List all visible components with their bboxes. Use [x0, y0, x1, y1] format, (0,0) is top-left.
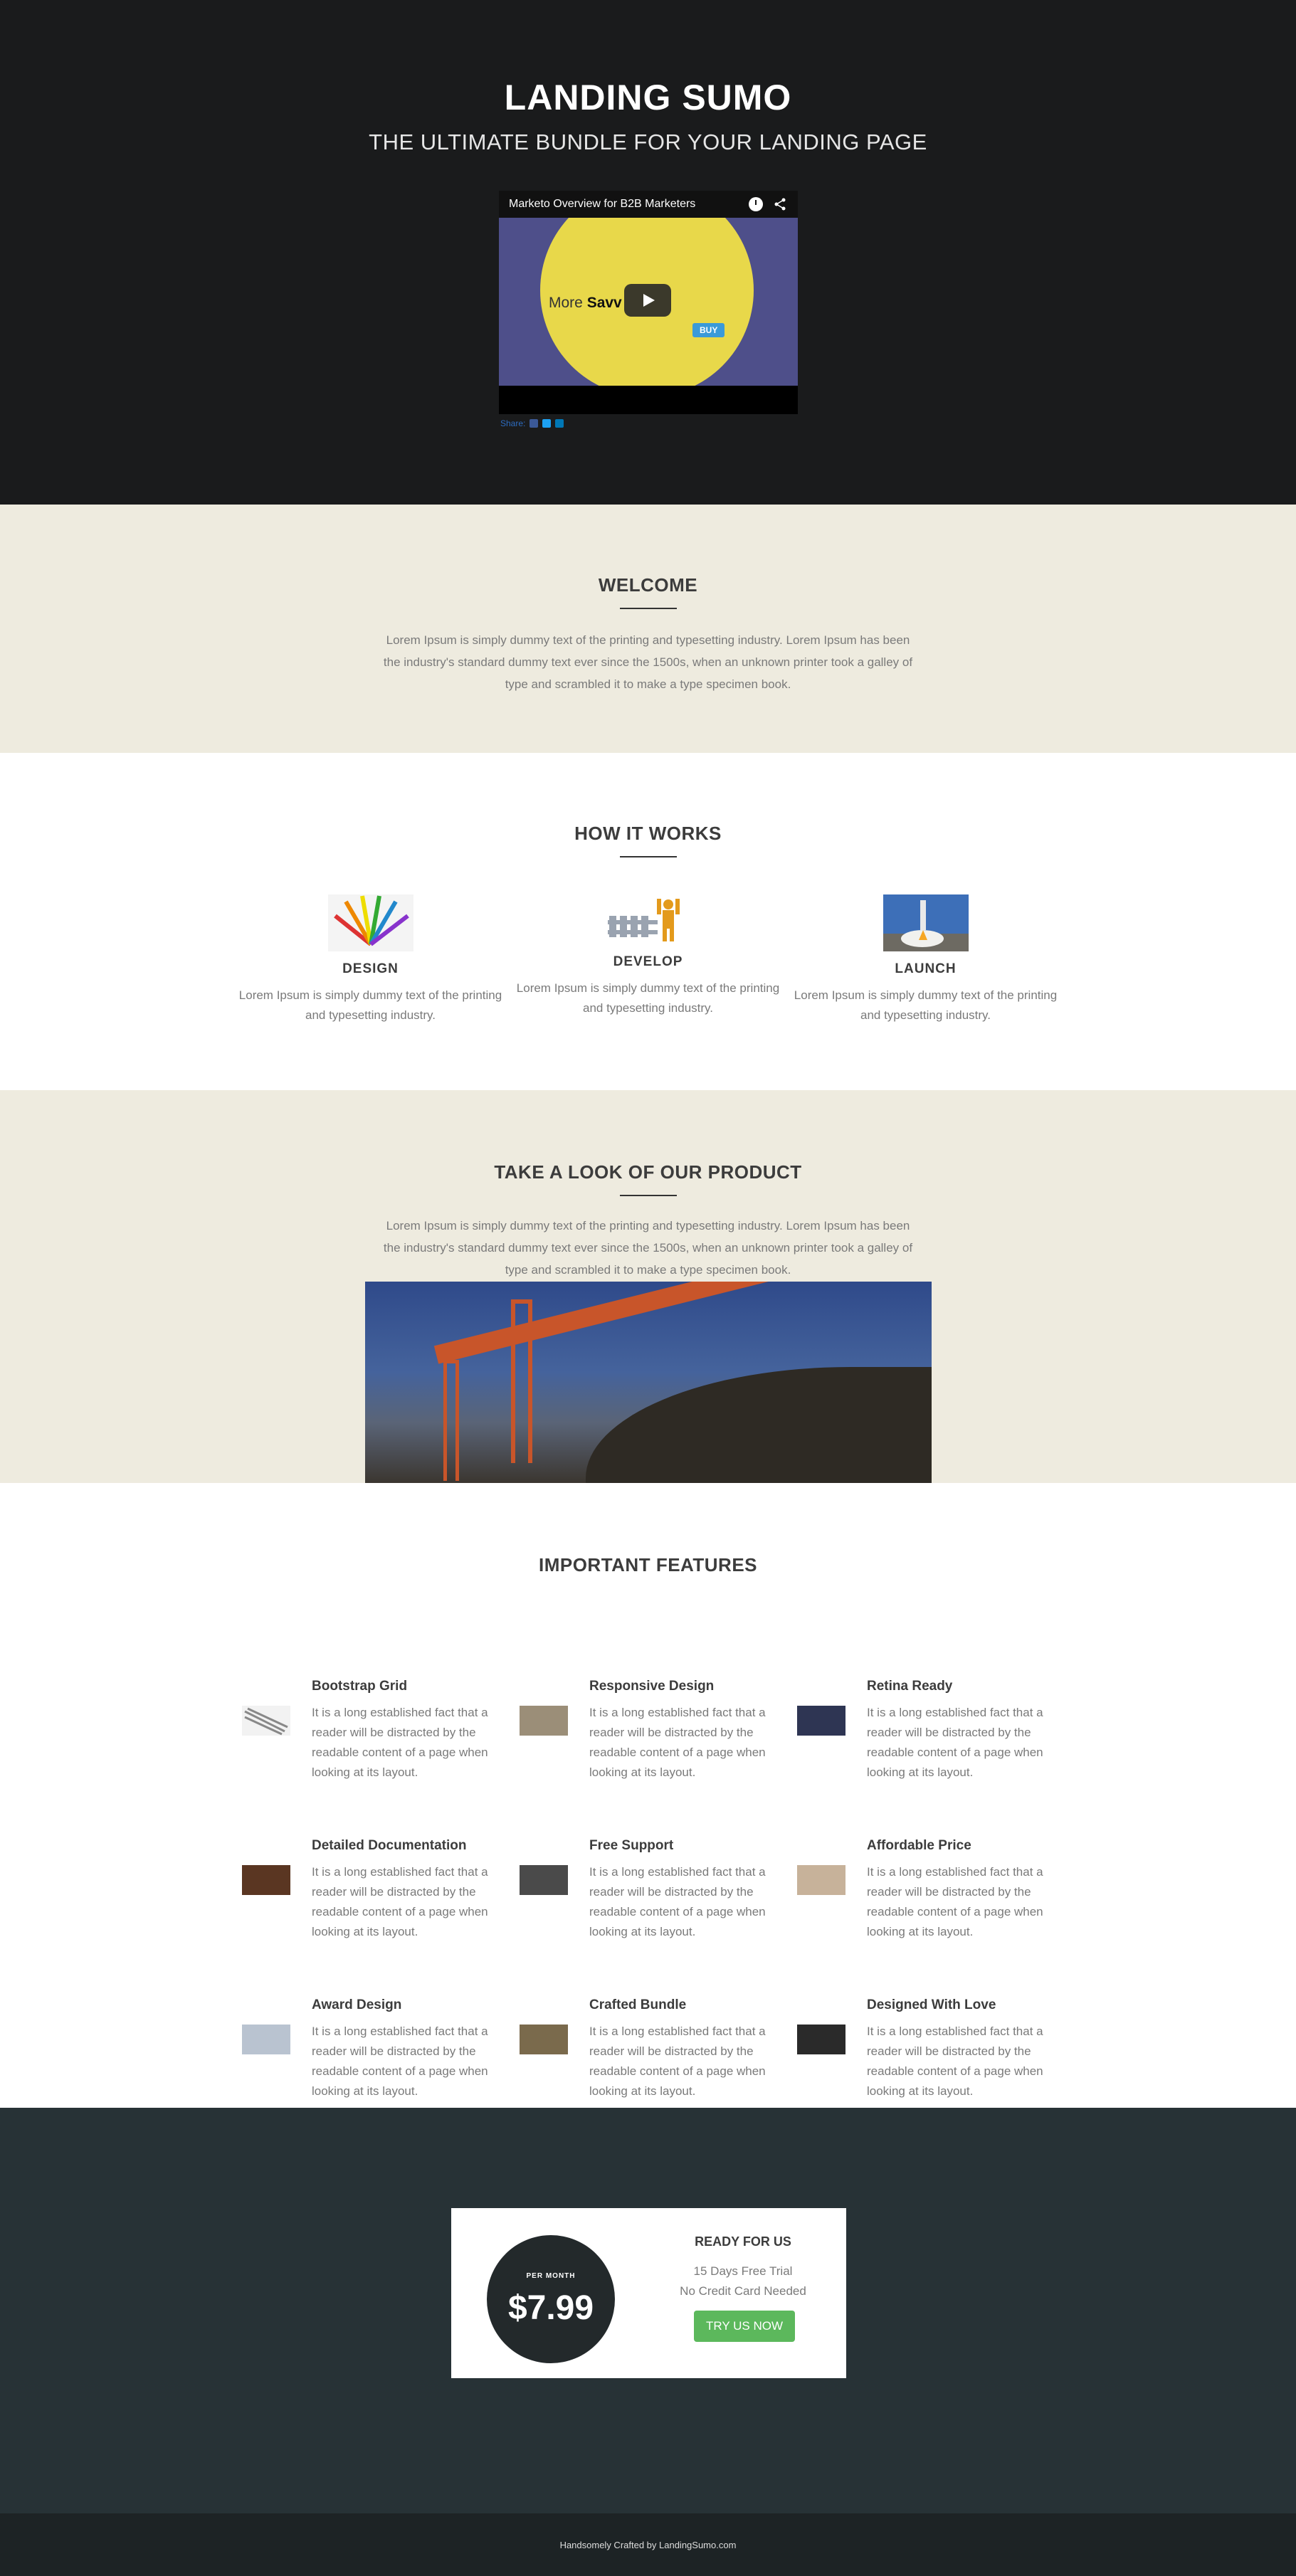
develop-image	[605, 894, 691, 944]
pricing-card: PER MONTH $7.99 READY FOR US 15 Days Fre…	[451, 2208, 846, 2378]
linkedin-icon[interactable]	[555, 419, 564, 428]
try-us-now-button[interactable]: TRY US NOW	[694, 2311, 795, 2342]
video-player[interactable]: Marketo Overview for B2B Marketers More …	[499, 191, 798, 414]
how-it-works-title: HOW IT WORKS	[574, 823, 722, 844]
feature-title: Affordable Price	[867, 1838, 971, 1853]
twitter-icon[interactable]	[542, 419, 552, 428]
pier-image-icon	[797, 1865, 845, 1895]
clock-icon[interactable]	[748, 196, 764, 212]
play-icon[interactable]	[624, 284, 671, 317]
feature-title: Bootstrap Grid	[312, 1679, 408, 1694]
price-value: $7.99	[507, 2289, 594, 2327]
wrench-icon	[242, 1706, 290, 1736]
step-text: Lorem Ipsum is simply dummy text of the …	[238, 988, 502, 1022]
features-section: IMPORTANT FEATURES Bootstrap Grid It is …	[0, 1483, 1296, 2108]
how-it-works-section: HOW IT WORKS DESIGN Lorem Ipsum is simpl…	[0, 753, 1296, 1090]
title-divider	[619, 856, 677, 857]
step-develop: DEVELOP Lorem Ipsum is simply dummy text…	[510, 894, 787, 1025]
feature-title: Designed With Love	[867, 1997, 996, 2012]
video-header: Marketo Overview for B2B Marketers	[499, 191, 798, 218]
pricing-section: PER MONTH $7.99 READY FOR US 15 Days Fre…	[0, 2108, 1296, 2513]
feature-text: It is a long established fact that a rea…	[589, 2025, 766, 2098]
step-design: DESIGN Lorem Ipsum is simply dummy text …	[232, 894, 510, 1025]
features-grid: Bootstrap Grid It is a long established …	[0, 1483, 1296, 2108]
hero-subtitle: THE ULTIMATE BUNDLE FOR YOUR LANDING PAG…	[369, 130, 927, 154]
hero-title: LANDING SUMO	[504, 78, 792, 117]
share-icon[interactable]	[772, 196, 788, 212]
welcome-title: WELCOME	[598, 574, 698, 596]
footer: Handsomely Crafted by LandingSumo.com	[0, 2513, 1296, 2576]
bundle-image-icon	[520, 2025, 568, 2054]
design-image	[327, 894, 413, 951]
per-month-label: PER MONTH	[526, 2272, 576, 2280]
trial-line: No Credit Card Needed	[680, 2284, 806, 2298]
feature-text: It is a long established fact that a rea…	[312, 2025, 488, 2098]
step-text: Lorem Ipsum is simply dummy text of the …	[516, 981, 780, 1015]
video-buy-badge: BUY	[692, 323, 725, 337]
feature-text: It is a long established fact that a rea…	[312, 1706, 488, 1779]
feature-text: It is a long established fact that a rea…	[589, 1706, 766, 1779]
trial-info: 15 Days Free Trial No Credit Card Needed	[665, 2261, 821, 2301]
welcome-text: Lorem Ipsum is simply dummy text of the …	[383, 633, 913, 691]
video-overlay-text: More Savv	[549, 295, 622, 311]
feature-title: Retina Ready	[867, 1679, 953, 1694]
product-section: TAKE A LOOK OF OUR PRODUCT Lorem Ipsum i…	[0, 1090, 1296, 1483]
welcome-section: WELCOME Lorem Ipsum is simply dummy text…	[0, 505, 1296, 753]
trial-line: 15 Days Free Trial	[693, 2264, 793, 2278]
feature-title: Free Support	[589, 1838, 674, 1853]
share-label: Share:	[500, 418, 526, 428]
video-title[interactable]: Marketo Overview for B2B Marketers	[509, 198, 739, 211]
launch-image	[883, 894, 969, 951]
night-image-icon	[797, 1706, 845, 1736]
price-circle: PER MONTH $7.99	[487, 2235, 615, 2363]
step-title: DEVELOP	[613, 954, 683, 969]
food-image-icon	[520, 1706, 568, 1736]
steps-row: DESIGN Lorem Ipsum is simply dummy text …	[0, 894, 1296, 1025]
feature-text: It is a long established fact that a rea…	[867, 1706, 1043, 1779]
coffee-image-icon	[242, 1865, 290, 1895]
share-bar: Share:	[500, 418, 564, 428]
title-divider	[619, 1195, 677, 1196]
facebook-icon[interactable]	[530, 419, 539, 428]
love-image-icon	[797, 2025, 845, 2054]
feature-title: Award Design	[312, 1997, 402, 2012]
step-title: DESIGN	[342, 961, 399, 976]
product-text: Lorem Ipsum is simply dummy text of the …	[383, 1219, 913, 1277]
feature-text: It is a long established fact that a rea…	[867, 1865, 1043, 1938]
ready-heading: READY FOR US	[695, 2234, 791, 2249]
feature-text: It is a long established fact that a rea…	[589, 1865, 766, 1938]
flowers-image-icon	[242, 2025, 290, 2054]
step-text: Lorem Ipsum is simply dummy text of the …	[794, 988, 1058, 1022]
product-title: TAKE A LOOK OF OUR PRODUCT	[494, 1161, 802, 1183]
feature-title: Crafted Bundle	[589, 1997, 687, 2012]
feature-text: It is a long established fact that a rea…	[312, 1865, 488, 1938]
product-image	[365, 1282, 932, 1483]
footer-credit[interactable]: Handsomely Crafted by LandingSumo.com	[560, 2540, 737, 2550]
video-thumbnail[interactable]: More Savv BUY	[499, 218, 798, 386]
step-launch: LAUNCH Lorem Ipsum is simply dummy text …	[787, 894, 1065, 1025]
feature-title: Detailed Documentation	[312, 1838, 467, 1853]
step-title: LAUNCH	[895, 961, 957, 976]
feature-text: It is a long established fact that a rea…	[867, 2025, 1043, 2098]
feature-title: Responsive Design	[589, 1679, 715, 1694]
hero-section: LANDING SUMO THE ULTIMATE BUNDLE FOR YOU…	[0, 0, 1296, 505]
title-divider	[619, 608, 677, 609]
city-image-icon	[520, 1865, 568, 1895]
